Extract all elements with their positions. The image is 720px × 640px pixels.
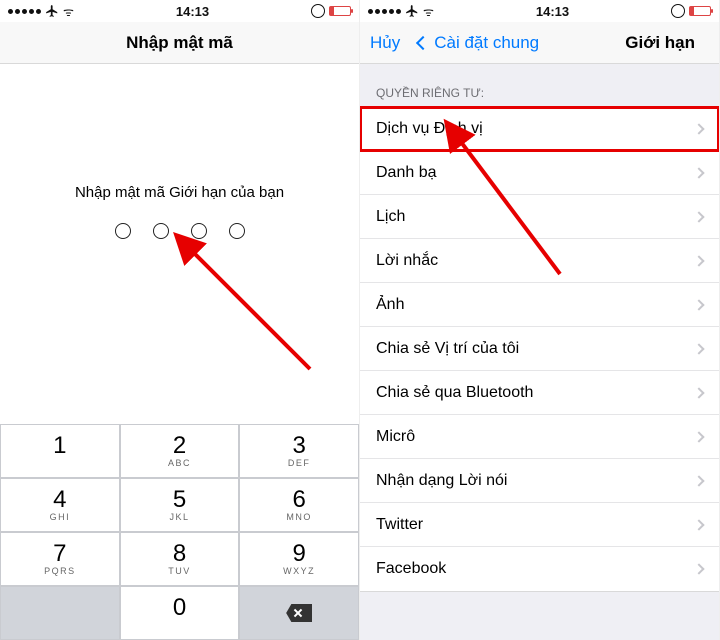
status-time: 14:13 (176, 4, 209, 19)
settings-row-label: Facebook (376, 560, 695, 578)
nav-title-left: Nhập mật mã (110, 33, 250, 53)
chevron-right-icon (693, 299, 704, 310)
chevron-right-icon (693, 211, 704, 222)
chevron-right-icon (693, 255, 704, 266)
chevron-right-icon (693, 123, 704, 134)
keypad-key-4[interactable]: 4GHI (0, 478, 120, 532)
settings-row-label: Lịch (376, 208, 695, 226)
nav-bar-right: Hủy Cài đặt chung Giới hạn (360, 22, 719, 64)
settings-row-danh-b-[interactable]: Danh bạ (360, 151, 719, 195)
keypad-key-letters: ABC (168, 458, 191, 468)
keypad-key-3[interactable]: 3DEF (239, 424, 359, 478)
passcode-dot (191, 223, 207, 239)
status-bar: ᯤ 14:13 (0, 0, 359, 22)
settings-row-label: Lời nhắc (376, 252, 695, 270)
wifi-icon: ᯤ (63, 3, 74, 20)
passcode-prompt: Nhập mật mã Giới hạn của bạn (0, 184, 359, 201)
settings-row-facebook[interactable]: Facebook (360, 547, 719, 591)
phone-right: ᯤ 14:13 Hủy Cài đặt chung Giới hạn QUYỀN… (360, 0, 720, 640)
settings-row-label: Twitter (376, 516, 695, 534)
settings-row-label: Chia sẻ Vị trí của tôi (376, 340, 695, 358)
annotation-arrow-left (180, 239, 330, 394)
keypad-key-letters: JKL (169, 512, 189, 522)
phone-left: ᯤ 14:13 Nhập mật mã Nhập mật mã Giới hạn… (0, 0, 360, 640)
signal-icon (8, 9, 41, 14)
keypad-key-letters: GHI (50, 512, 71, 522)
settings-row-nh-n-d-ng-l-i-n-i[interactable]: Nhận dạng Lời nói (360, 459, 719, 503)
keypad-key-6[interactable]: 6MNO (239, 478, 359, 532)
chevron-right-icon (693, 167, 704, 178)
keypad-key-9[interactable]: 9WXYZ (239, 532, 359, 586)
chevron-right-icon (693, 475, 704, 486)
status-bar: ᯤ 14:13 (360, 0, 719, 22)
keypad-blank (0, 586, 120, 640)
settings-row-chia-s-qua-bluetooth[interactable]: Chia sẻ qua Bluetooth (360, 371, 719, 415)
keypad-key-number: 3 (292, 434, 305, 458)
keypad-key-1[interactable]: 1 (0, 424, 120, 478)
keypad-key-letters: MNO (286, 512, 312, 522)
backspace-icon (286, 604, 312, 622)
wifi-icon: ᯤ (423, 3, 434, 20)
keypad-key-number: 6 (292, 488, 305, 512)
keypad-backspace[interactable] (239, 586, 359, 640)
status-time: 14:13 (536, 4, 569, 19)
settings-row-label: Dịch vụ Định vị (376, 120, 695, 138)
passcode-area: Nhập mật mã Giới hạn của bạn 12ABC3DEF4G… (0, 64, 359, 640)
keypad-key-7[interactable]: 7PQRS (0, 532, 120, 586)
settings-row-twitter[interactable]: Twitter (360, 503, 719, 547)
settings-row-label: Chia sẻ qua Bluetooth (376, 384, 695, 402)
settings-row-label: Danh bạ (376, 164, 695, 182)
chevron-right-icon (693, 563, 704, 574)
chevron-right-icon (693, 387, 704, 398)
keypad-key-number: 1 (53, 434, 66, 458)
keypad-key-letters: TUV (168, 566, 191, 576)
cancel-button[interactable]: Hủy (370, 33, 400, 53)
settings-row-label: Ảnh (376, 296, 695, 314)
settings-row-d-ch-v-nh-v-[interactable]: Dịch vụ Định vị (360, 107, 719, 151)
keypad-key-number: 2 (173, 434, 186, 458)
chevron-right-icon (693, 343, 704, 354)
settings-list: Dịch vụ Định vị Danh bạ Lịch Lời nhắc Ảnh Chi… (360, 106, 719, 592)
keypad-key-number: 4 (53, 488, 66, 512)
settings-row-label: Nhận dạng Lời nói (376, 472, 695, 490)
settings-row--nh[interactable]: Ảnh (360, 283, 719, 327)
passcode-dot (153, 223, 169, 239)
keypad-key-letters: DEF (288, 458, 311, 468)
passcode-dots (0, 223, 359, 239)
keypad-key-number: 5 (173, 488, 186, 512)
rotation-lock-icon (311, 4, 325, 18)
keypad-key-number: 0 (173, 596, 186, 620)
signal-icon (368, 9, 401, 14)
nav-bar-left: Nhập mật mã (0, 22, 359, 64)
keypad-key-number: 9 (292, 542, 305, 566)
keypad-key-5[interactable]: 5JKL (120, 478, 240, 532)
keypad-key-letters: WXYZ (283, 566, 315, 576)
numeric-keypad: 12ABC3DEF4GHI5JKL6MNO7PQRS8TUV9WXYZ0 (0, 424, 359, 640)
settings-list-area: QUYỀN RIÊNG TƯ: Dịch vụ Định vị Danh bạ Lị… (360, 64, 719, 640)
chevron-right-icon (693, 431, 704, 442)
back-button[interactable]: Cài đặt chung (434, 33, 539, 53)
keypad-key-8[interactable]: 8TUV (120, 532, 240, 586)
keypad-key-0[interactable]: 0 (120, 586, 240, 640)
keypad-key-letters: PQRS (44, 566, 76, 576)
passcode-dot (229, 223, 245, 239)
battery-icon (329, 6, 351, 16)
keypad-key-number: 8 (173, 542, 186, 566)
chevron-right-icon (693, 519, 704, 530)
section-header-privacy: QUYỀN RIÊNG TƯ: (360, 64, 719, 106)
keypad-key-number: 7 (53, 542, 66, 566)
settings-row-chia-s-v-tr-c-a-t-i[interactable]: Chia sẻ Vị trí của tôi (360, 327, 719, 371)
back-chevron-icon[interactable] (416, 35, 430, 49)
settings-row-label: Micrô (376, 428, 695, 446)
settings-row-l-ch[interactable]: Lịch (360, 195, 719, 239)
battery-icon (689, 6, 711, 16)
settings-row-l-i-nh-c[interactable]: Lời nhắc (360, 239, 719, 283)
nav-title-right: Giới hạn (625, 33, 695, 53)
settings-row-micr-[interactable]: Micrô (360, 415, 719, 459)
rotation-lock-icon (671, 4, 685, 18)
keypad-key-2[interactable]: 2ABC (120, 424, 240, 478)
airplane-icon (45, 4, 59, 18)
passcode-dot (115, 223, 131, 239)
airplane-icon (405, 4, 419, 18)
